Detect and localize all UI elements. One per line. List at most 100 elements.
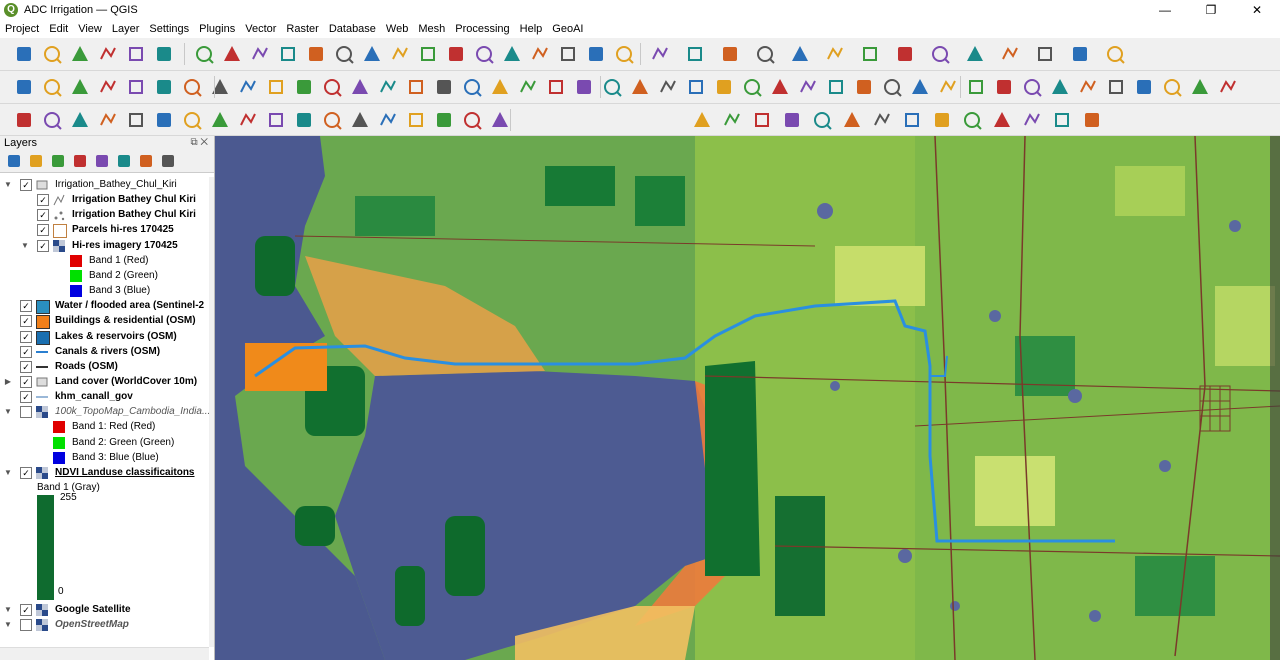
layer-visibility-checkbox[interactable]: ✓ — [20, 345, 32, 358]
digitize-tool-8-icon[interactable] — [210, 77, 230, 97]
layer-visibility-checkbox[interactable]: ✓ — [20, 375, 32, 388]
layer-row[interactable]: ✓ Parcels hi-res 170425 — [0, 222, 209, 239]
collapse-arrow-icon[interactable]: ▼ — [3, 465, 13, 480]
layer-visibility-checkbox[interactable]: ✓ — [20, 315, 32, 328]
layer-row[interactable]: Band 3: Blue (Blue) — [0, 450, 209, 465]
expand-arrow-icon[interactable]: ▶ — [3, 374, 13, 389]
label-tool-11-icon[interactable] — [294, 110, 314, 130]
menu-raster[interactable]: Raster — [281, 23, 323, 35]
identify-icon[interactable] — [650, 44, 670, 64]
deselect-icon[interactable] — [965, 44, 985, 64]
layer-visibility-checkbox[interactable]: ✓ — [20, 604, 32, 616]
locate-icon[interactable] — [895, 44, 915, 64]
digitize-tool-4-icon[interactable] — [98, 77, 118, 97]
zoom-to-layer-icon[interactable] — [362, 44, 382, 64]
panel-float-close-buttons[interactable]: ⧉ ✕ — [190, 136, 208, 150]
layer-row[interactable]: ▶ ✓ Land cover (WorldCover 10m) — [0, 374, 209, 389]
menu-view[interactable]: View — [73, 23, 107, 35]
layer-visibility-checkbox[interactable]: ✓ — [20, 300, 32, 313]
water-drop-icon[interactable] — [932, 110, 952, 130]
digitize-tool-7-icon[interactable] — [182, 77, 202, 97]
tree-icon[interactable] — [902, 110, 922, 130]
grid-alt-icon[interactable] — [1052, 110, 1072, 130]
layer-row[interactable]: ✓ khm_canall_gov — [0, 389, 209, 404]
attribute-table-icon[interactable] — [685, 44, 705, 64]
layer-row[interactable]: ▼ ✓ NDVI Landuse classificaitons — [0, 465, 209, 480]
digitize-tool-6-icon[interactable] — [154, 77, 174, 97]
qgis-web-icon[interactable] — [1105, 44, 1125, 64]
minimize-button[interactable]: — — [1142, 0, 1188, 20]
digitize-tool-23-icon[interactable] — [630, 77, 650, 97]
digitize-tool-12-icon[interactable] — [322, 77, 342, 97]
layer-row[interactable]: ▼ ✓ Google Satellite — [0, 602, 209, 617]
digitize-tool-38-icon[interactable] — [1050, 77, 1070, 97]
refresh-icon[interactable] — [614, 44, 634, 64]
processing-toolbox-icon[interactable] — [720, 44, 740, 64]
bookmarks-manager-icon[interactable] — [558, 44, 578, 64]
collapse-all-icon[interactable] — [138, 153, 154, 169]
zoom-next-icon[interactable] — [446, 44, 466, 64]
plugin-board-icon[interactable] — [1082, 110, 1102, 130]
layer-visibility-checkbox[interactable]: ✓ — [37, 239, 49, 252]
label-tool-6-icon[interactable] — [154, 110, 174, 130]
layout-manager-icon[interactable] — [126, 44, 146, 64]
layer-visibility-checkbox[interactable]: ✓ — [37, 194, 49, 207]
cloud-icon[interactable] — [752, 110, 772, 130]
new-3d-view-icon[interactable] — [502, 44, 522, 64]
wrench-icon[interactable] — [722, 110, 742, 130]
layer-visibility-checkbox[interactable]: ✓ — [37, 224, 49, 237]
label-tool-16-icon[interactable] — [434, 110, 454, 130]
digitize-tool-5-icon[interactable] — [126, 77, 146, 97]
digitize-tool-30-icon[interactable] — [826, 77, 846, 97]
digitize-tool-43-icon[interactable] — [1190, 77, 1210, 97]
zoom-native-icon[interactable] — [390, 44, 410, 64]
layer-tree-horizontal-scrollbar[interactable] — [0, 647, 209, 660]
digitize-tool-32-icon[interactable] — [882, 77, 902, 97]
pan-icon[interactable] — [194, 44, 214, 64]
collapse-arrow-icon[interactable]: ▼ — [20, 238, 30, 253]
digitize-tool-37-icon[interactable] — [1022, 77, 1042, 97]
digitize-tool-35-icon[interactable] — [966, 77, 986, 97]
label-tool-17-icon[interactable] — [462, 110, 482, 130]
layer-row[interactable]: ▼ ✓ Hi-res imagery 170425 — [0, 238, 209, 253]
statistics-sum-icon[interactable] — [755, 44, 775, 64]
label-tool-10-icon[interactable] — [266, 110, 286, 130]
menu-help[interactable]: Help — [515, 23, 548, 35]
filter-icon[interactable] — [72, 153, 88, 169]
digitize-tool-2-icon[interactable] — [42, 77, 62, 97]
digitize-tool-10-icon[interactable] — [266, 77, 286, 97]
map-canvas[interactable] — [215, 136, 1280, 660]
digitize-tool-22-icon[interactable] — [602, 77, 622, 97]
info-icon[interactable] — [692, 110, 712, 130]
digitize-tool-15-icon[interactable] — [406, 77, 426, 97]
layer-row[interactable]: ▼ ✓ Irrigation_Bathey_Chul_Kiri — [0, 177, 209, 192]
menu-plugins[interactable]: Plugins — [194, 23, 240, 35]
label-tool-14-icon[interactable] — [378, 110, 398, 130]
digitize-tool-31-icon[interactable] — [854, 77, 874, 97]
label-tool-18-icon[interactable] — [490, 110, 510, 130]
layer-visibility-checkbox[interactable]: ✓ — [20, 391, 32, 404]
layer-tree-vertical-scrollbar[interactable] — [209, 177, 214, 647]
digitize-tool-19-icon[interactable] — [518, 77, 538, 97]
menu-project[interactable]: Project — [0, 23, 44, 35]
digitize-tool-17-icon[interactable] — [462, 77, 482, 97]
menu-processing[interactable]: Processing — [450, 23, 514, 35]
layer-row[interactable]: Band 2 (Green) — [0, 268, 209, 283]
layer-visibility-checkbox[interactable]: ✓ — [20, 360, 32, 373]
zoom-in-icon[interactable] — [250, 44, 270, 64]
layer-row[interactable]: ✓ Roads (OSM) — [0, 359, 209, 374]
tools-icon[interactable] — [872, 110, 892, 130]
layer-row[interactable]: ✓ Irrigation Bathey Chul Kiri — [0, 192, 209, 207]
digitize-tool-9-icon[interactable] — [238, 77, 258, 97]
label-tool-13-icon[interactable] — [350, 110, 370, 130]
map-tips-icon[interactable] — [860, 44, 880, 64]
eye-icon[interactable] — [50, 153, 66, 169]
layer-visibility-checkbox[interactable] — [20, 406, 32, 419]
collapse-arrow-icon[interactable]: ▼ — [3, 177, 13, 192]
layer-row[interactable]: Band 1: Red (Red) — [0, 419, 209, 434]
expand-all-icon[interactable] — [116, 153, 132, 169]
zoom-full-icon[interactable] — [306, 44, 326, 64]
digitize-tool-13-icon[interactable] — [350, 77, 370, 97]
zoom-last-icon[interactable] — [418, 44, 438, 64]
measure-icon[interactable] — [825, 44, 845, 64]
